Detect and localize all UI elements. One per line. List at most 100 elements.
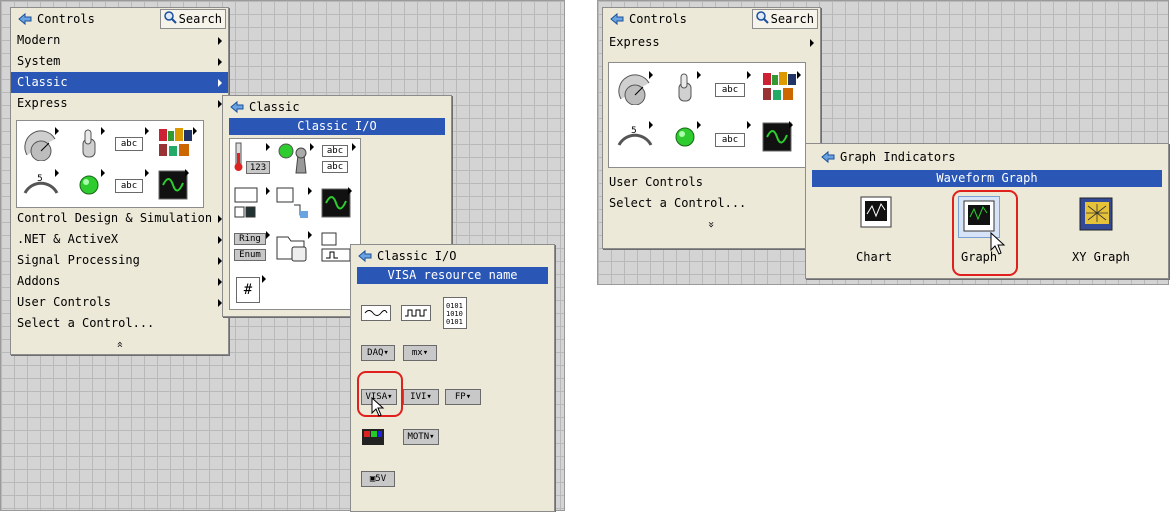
menu-item-signal-processing[interactable]: Signal Processing — [11, 250, 228, 271]
search-button[interactable]: Search — [159, 9, 226, 29]
menu-item-label: User Controls — [609, 175, 703, 189]
abc-glyph: abc — [115, 179, 143, 193]
waveform-chart-icon[interactable] — [860, 196, 892, 228]
menu-item-express[interactable]: Express — [11, 93, 228, 114]
classic-string-icon[interactable]: abc abc — [318, 141, 358, 177]
menu-item-modern[interactable]: Modern — [11, 30, 228, 51]
menu-item-addons[interactable]: Addons — [11, 271, 228, 292]
daqmx-name-button[interactable]: mx ▾ — [403, 345, 437, 361]
svg-text:0101: 0101 — [446, 302, 463, 310]
graph-indicators-titlebar: Graph Indicators — [806, 144, 1168, 170]
controls-title: Controls — [629, 12, 687, 26]
menu-item-label: Express — [609, 35, 660, 49]
menu-item-label: Modern — [17, 33, 61, 47]
menu-item-user-controls[interactable]: User Controls — [603, 172, 820, 193]
express-icon-palette: abc 5 abc — [16, 120, 204, 208]
waveform-control-icon[interactable] — [361, 305, 391, 321]
pushpin-icon[interactable] — [17, 12, 33, 26]
menu-lower-section: User Controls Select a Control... » — [603, 172, 820, 235]
abc-glyph: abc — [322, 145, 348, 157]
magnifier-icon — [163, 11, 177, 27]
knob-icon[interactable] — [21, 125, 61, 162]
search-label: Search — [178, 12, 222, 26]
expand-chevron-icon[interactable]: » — [11, 334, 228, 355]
string-control-icon[interactable]: abc — [711, 69, 753, 105]
string-indicator-icon[interactable]: abc — [711, 119, 753, 155]
search-button[interactable]: Search — [751, 9, 818, 29]
digital-waveform-icon[interactable] — [401, 305, 431, 321]
pushpin-icon[interactable] — [229, 100, 245, 114]
io-library-icon[interactable] — [759, 69, 803, 105]
chart-label: Chart — [856, 250, 893, 264]
fieldpoint-button[interactable]: FP ▾ — [445, 389, 481, 405]
shared-variable-button[interactable]: ▣ 5V — [361, 471, 395, 487]
menu-item-select-control[interactable]: Select a Control... — [603, 193, 820, 214]
menu-item-classic[interactable]: Classic — [11, 72, 228, 93]
slider-icon[interactable]: 5 — [21, 167, 61, 203]
led-indicator-icon[interactable] — [71, 167, 107, 203]
highlight-graph-circle — [952, 190, 1018, 276]
controls-titlebar: Controls Search — [11, 8, 228, 30]
menu-item-label: Select a Control... — [609, 196, 747, 210]
pushpin-icon[interactable] — [820, 150, 836, 164]
classic-array-icon[interactable] — [232, 185, 272, 221]
menu-item-label: Select a Control... — [17, 316, 155, 330]
graph-indicator-icon[interactable] — [155, 167, 191, 203]
classic-container-icon[interactable] — [274, 229, 314, 265]
menu-item-label: User Controls — [17, 295, 111, 309]
classic-list-icon[interactable] — [274, 185, 314, 221]
classic-io-header: VISA resource name — [357, 267, 548, 284]
toggle-switch-icon[interactable] — [71, 125, 107, 161]
imaq-icon[interactable] — [359, 425, 389, 455]
menu-item-dotnet-activex[interactable]: .NET & ActiveX — [11, 229, 228, 250]
expand-chevron-icon[interactable]: » — [603, 214, 820, 235]
submenu-arrow-icon — [218, 79, 222, 87]
menu-item-control-design[interactable]: Control Design & Simulation — [11, 208, 228, 229]
magnifier-icon — [755, 11, 769, 27]
submenu-arrow-icon — [218, 37, 222, 45]
enum-glyph: Enum — [234, 249, 266, 261]
io-library-icon[interactable] — [155, 125, 199, 161]
pushpin-icon[interactable] — [357, 249, 373, 263]
classic-ring-enum-icon[interactable]: Ring Enum — [232, 229, 272, 265]
digital-data-icon[interactable]: 0101 1010 0101 — [443, 297, 467, 329]
abc-glyph: abc — [715, 83, 745, 97]
menu-item-label: Express — [17, 96, 68, 110]
thermometer-numeric-icon[interactable]: 123 — [232, 141, 272, 177]
svg-text:5: 5 — [37, 174, 43, 184]
slider-icon[interactable]: 5 — [615, 119, 655, 155]
toggle-switch-icon[interactable] — [667, 69, 703, 105]
svg-text:1010: 1010 — [446, 310, 463, 318]
graph-indicators-header: Waveform Graph — [812, 170, 1162, 187]
menu-item-select-control[interactable]: Select a Control... — [11, 313, 228, 334]
classic-graph-icon[interactable] — [318, 185, 354, 221]
controls-palette-right: Controls Search Express abc 5 abc User C… — [602, 7, 821, 249]
classic-bool-icon[interactable] — [274, 141, 316, 177]
ivi-logical-name-button[interactable]: IVI ▾ — [403, 389, 439, 405]
string-indicator-icon[interactable]: abc — [111, 167, 151, 203]
graph-indicators-title: Graph Indicators — [840, 150, 956, 164]
classic-refnum-icon[interactable]: # — [232, 273, 268, 309]
menu-item-label: Classic — [17, 75, 68, 89]
xy-graph-icon[interactable] — [1078, 196, 1114, 232]
pushpin-icon[interactable] — [609, 12, 625, 26]
menu-lower-section: Control Design & Simulation .NET & Activ… — [11, 208, 228, 355]
led-indicator-icon[interactable] — [667, 119, 703, 155]
menu-item-user-controls[interactable]: User Controls — [11, 292, 228, 313]
classic-title: Classic — [249, 100, 300, 114]
classic-header: Classic I/O — [229, 118, 445, 135]
motion-resource-button[interactable]: MOTN ▾ — [403, 429, 439, 445]
daq-name-button[interactable]: DAQ ▾ — [361, 345, 395, 361]
menu-item-label: .NET & ActiveX — [17, 232, 119, 246]
knob-icon[interactable] — [615, 69, 655, 106]
menu-item-system[interactable]: System — [11, 51, 228, 72]
classic-titlebar: Classic — [223, 96, 451, 118]
controls-titlebar: Controls Search — [603, 8, 820, 30]
menu-item-label: System — [17, 54, 61, 68]
abc-glyph: abc — [115, 137, 143, 151]
menu-item-express[interactable]: Express — [603, 32, 820, 53]
refnum-glyph: # — [236, 277, 260, 303]
graph-indicator-icon[interactable] — [759, 119, 795, 155]
string-control-icon[interactable]: abc — [111, 125, 151, 161]
classic-icon-grid: 123 abc abc Ring Enum # — [229, 138, 361, 310]
